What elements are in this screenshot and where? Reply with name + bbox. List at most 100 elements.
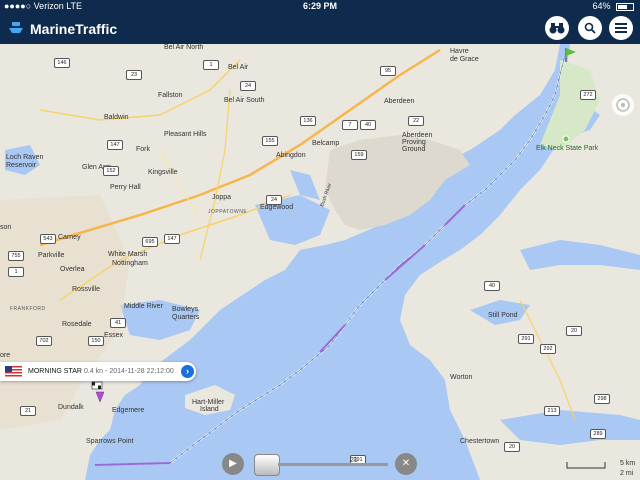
menu-button[interactable] bbox=[609, 16, 633, 40]
road-shield: 152 bbox=[103, 166, 119, 176]
locate-button[interactable] bbox=[612, 94, 634, 116]
place-essex: Essex bbox=[104, 332, 124, 339]
place-aberdeen: Aberdeen bbox=[384, 98, 415, 105]
road-shield: 24 bbox=[266, 195, 282, 205]
place-belair: Bel Air bbox=[228, 64, 249, 71]
place-ore: ore bbox=[0, 352, 11, 359]
place-hart-miller-1: Hart-Miller bbox=[192, 399, 225, 406]
app-title: MarineTraffic bbox=[30, 21, 118, 37]
place-carney: Carney bbox=[58, 234, 81, 241]
road-shield: 298 bbox=[594, 394, 610, 404]
vessel-timestamp: 2014-11-28 22:12:00 bbox=[109, 368, 174, 375]
place-apg-2: Proving bbox=[402, 139, 426, 146]
place-joppa: Joppa bbox=[212, 194, 232, 201]
place-still-pond: Still Pond bbox=[488, 312, 518, 319]
timeline-handle[interactable] bbox=[254, 454, 280, 476]
place-son: son bbox=[0, 224, 12, 231]
vessel-speed: 0.4 kn bbox=[84, 368, 104, 375]
road-shield: 136 bbox=[300, 116, 316, 126]
road-shield: 1 bbox=[8, 267, 24, 277]
place-degrace: de Grace bbox=[450, 56, 479, 63]
road-shield: 289 bbox=[590, 429, 606, 439]
place-rosedale: Rosedale bbox=[62, 321, 92, 328]
vessel-popup[interactable]: MORNING STAR 0.4 kn - 2014-11-28 22:12:0… bbox=[0, 362, 196, 381]
place-edgewood: Edgewood bbox=[260, 204, 294, 211]
play-icon: ▶ bbox=[229, 458, 237, 469]
road-shield: 40 bbox=[484, 281, 500, 291]
road-shield: 155 bbox=[262, 136, 278, 146]
battery-status: 64% bbox=[592, 0, 634, 13]
place-sparrows-point: Sparrows Point bbox=[86, 438, 134, 445]
road-shield: 7 bbox=[342, 120, 358, 130]
place-nottingham: Nottingham bbox=[112, 260, 148, 267]
chevron-right-icon: › bbox=[186, 366, 189, 376]
road-shield: 95 bbox=[380, 66, 396, 76]
place-pleasant-hills: Pleasant Hills bbox=[164, 131, 207, 138]
map-scale: 5 km 2 mi bbox=[566, 460, 638, 480]
search-button[interactable] bbox=[578, 16, 602, 40]
timeline-value: 21 bbox=[350, 457, 358, 464]
close-playback-button[interactable]: ✕ bbox=[395, 453, 417, 475]
ship-logo-icon bbox=[9, 22, 23, 33]
close-icon: ✕ bbox=[401, 458, 411, 469]
place-perry-hall: Perry Hall bbox=[110, 184, 141, 191]
road-shield: 23 bbox=[126, 70, 142, 80]
place-chestertown: Chestertown bbox=[460, 438, 500, 445]
vessel-meta: 0.4 kn - 2014-11-28 22:12:00 bbox=[84, 368, 174, 375]
start-flag-square-2 bbox=[98, 385, 101, 389]
place-fallston: Fallston bbox=[158, 92, 183, 99]
road-shield: 291 bbox=[518, 334, 534, 344]
place-rossville: Rossville bbox=[72, 286, 101, 293]
place-belair-south: Bel Air South bbox=[224, 97, 265, 104]
road-shield: 41 bbox=[110, 318, 126, 328]
place-elk-neck-state-park: Elk Neck State Park bbox=[536, 145, 599, 152]
road-shield: 147 bbox=[107, 140, 123, 150]
road-shield: 543 bbox=[40, 234, 56, 244]
scale-bar bbox=[566, 462, 606, 469]
place-apg-1: Aberdeen bbox=[402, 132, 433, 139]
scale-km: 5 km bbox=[620, 460, 636, 467]
vessel-details-button[interactable]: › bbox=[181, 365, 194, 378]
road-shield: 702 bbox=[36, 336, 52, 346]
place-overlea: Overlea bbox=[60, 266, 85, 273]
road-shield: 292 bbox=[540, 344, 556, 354]
vessel-name: MORNING STAR bbox=[28, 368, 82, 375]
battery-percent: 64% bbox=[592, 1, 611, 11]
road-shield: 40 bbox=[360, 120, 376, 130]
place-fork: Fork bbox=[136, 146, 150, 153]
road-shield: 159 bbox=[351, 150, 367, 160]
us-flag-icon bbox=[5, 366, 22, 377]
status-bar: ●●●●○ Verizon LTE 6:29 PM 64% bbox=[0, 0, 640, 13]
crosshair-icon bbox=[616, 98, 630, 112]
place-loch-raven: Loch Raven bbox=[6, 154, 44, 161]
road-shield: 22 bbox=[408, 116, 424, 126]
place-kingsville: Kingsville bbox=[148, 169, 178, 176]
place-bowleys-2: Quarters bbox=[172, 314, 200, 321]
binoculars-button[interactable] bbox=[545, 16, 569, 40]
play-button[interactable]: ▶ bbox=[222, 453, 244, 475]
place-belcamp: Belcamp bbox=[312, 140, 340, 147]
elk-neck-park-pin bbox=[562, 135, 570, 143]
road-shield: 24 bbox=[240, 81, 256, 91]
place-havre: Havre bbox=[450, 48, 469, 55]
start-flag-square-1 bbox=[92, 382, 95, 386]
place-dundalk: Dundalk bbox=[58, 404, 84, 411]
map-view[interactable]: Havre de Grace Bel Air North Bel Air Bel… bbox=[0, 44, 640, 480]
road-shield: 1 bbox=[203, 60, 219, 70]
road-shield: 21 bbox=[20, 406, 36, 416]
place-joppatowne: JOPPATOWNE bbox=[208, 209, 248, 215]
place-parkville: Parkville bbox=[38, 252, 65, 259]
place-white-marsh: White Marsh bbox=[108, 251, 148, 258]
road-shield: 213 bbox=[544, 406, 560, 416]
road-shield: 272 bbox=[580, 90, 596, 100]
place-middle-river: Middle River bbox=[124, 303, 163, 310]
app-header: MarineTraffic bbox=[0, 13, 640, 44]
menu-icon bbox=[615, 23, 627, 33]
binoculars-icon bbox=[549, 23, 565, 34]
place-frankford: FRANKFORD bbox=[10, 306, 46, 312]
battery-icon bbox=[616, 2, 634, 11]
place-hart-miller-2: Island bbox=[200, 406, 219, 413]
place-edgemere: Edgemere bbox=[112, 407, 145, 414]
timeline-track[interactable] bbox=[278, 463, 388, 466]
place-belair-north: Bel Air North bbox=[164, 44, 204, 51]
